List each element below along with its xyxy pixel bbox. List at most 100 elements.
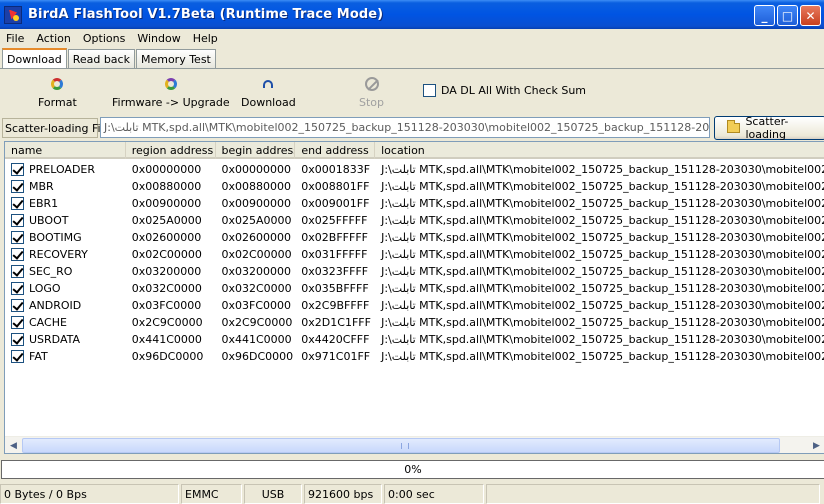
scroll-left-icon[interactable]: ◀ bbox=[6, 438, 21, 453]
file-location: J:\تابلت MTK,spd.all\MTK\mobitel002_1507… bbox=[381, 197, 824, 210]
begin-address: 0x02C00000 bbox=[221, 248, 292, 261]
file-location: J:\تابلت MTK,spd.all\MTK\mobitel002_1507… bbox=[381, 350, 824, 363]
format-button[interactable]: Format bbox=[38, 76, 77, 109]
tab-read-back[interactable]: Read back bbox=[67, 49, 135, 68]
window-controls: _ □ ✕ bbox=[754, 5, 821, 26]
stop-icon bbox=[364, 76, 380, 92]
menu-file[interactable]: File bbox=[0, 32, 30, 45]
upgrade-label: Firmware -> Upgrade bbox=[112, 96, 230, 109]
scatter-loading-button[interactable]: Scatter-loading bbox=[714, 115, 824, 141]
table-row[interactable]: MBR 0x00880000 0x00880000 0x008801FF J:\تابل… bbox=[5, 178, 824, 195]
row-checkbox[interactable] bbox=[11, 333, 24, 346]
row-checkbox[interactable] bbox=[11, 214, 24, 227]
table-row[interactable]: EBR1 0x00900000 0x00900000 0x009001FF J:\تاب… bbox=[5, 195, 824, 212]
row-checkbox[interactable] bbox=[11, 231, 24, 244]
end-address: 0x4420CFFF bbox=[301, 333, 370, 346]
format-label: Format bbox=[38, 96, 77, 109]
end-address: 0x2D1C1FFF bbox=[301, 316, 371, 329]
app-icon bbox=[4, 5, 22, 24]
status-transfer-rate: 0 Bytes / 0 Bps bbox=[0, 484, 179, 504]
table-row[interactable]: RECOVERY 0x02C00000 0x02C00000 0x031FFFFF J:… bbox=[5, 246, 824, 263]
name-cell: LOGO bbox=[5, 282, 126, 295]
end-address: 0x02BFFFFF bbox=[301, 231, 368, 244]
maximize-button[interactable]: □ bbox=[777, 5, 798, 26]
row-checkbox[interactable] bbox=[11, 197, 24, 210]
file-location: J:\تابلت MTK,spd.all\MTK\mobitel002_1507… bbox=[381, 333, 824, 346]
status-message bbox=[486, 484, 820, 504]
table-row[interactable]: UBOOT 0x025A0000 0x025A0000 0x025FFFFF J:\تا… bbox=[5, 212, 824, 229]
status-connection: USB bbox=[244, 484, 302, 504]
partition-name: BOOTIMG bbox=[29, 231, 82, 244]
end-address: 0x035BFFFF bbox=[301, 282, 369, 295]
stop-button[interactable]: Stop bbox=[359, 76, 384, 109]
file-location: J:\تابلت MTK,spd.all\MTK\mobitel002_1507… bbox=[381, 231, 824, 244]
table-row[interactable]: USRDATA 0x441C0000 0x441C0000 0x4420CFFF J:\… bbox=[5, 331, 824, 348]
checksum-option[interactable]: DA DL All With Check Sum bbox=[423, 84, 586, 97]
name-cell: MBR bbox=[5, 180, 126, 193]
row-checkbox[interactable] bbox=[11, 265, 24, 278]
scroll-right-icon[interactable]: ▶ bbox=[809, 438, 824, 453]
file-location: J:\تابلت MTK,spd.all\MTK\mobitel002_1507… bbox=[381, 214, 824, 227]
table-row[interactable]: BOOTIMG 0x02600000 0x02600000 0x02BFFFFF J:\… bbox=[5, 229, 824, 246]
grip-icon bbox=[401, 443, 409, 449]
menu-bar: File Action Options Window Help bbox=[0, 29, 824, 47]
download-button[interactable]: Download bbox=[241, 76, 296, 109]
menu-window[interactable]: Window bbox=[131, 32, 186, 45]
row-checkbox[interactable] bbox=[11, 299, 24, 312]
partition-name: SEC_RO bbox=[29, 265, 73, 278]
tab-memory-test[interactable]: Memory Test bbox=[135, 49, 216, 68]
menu-help[interactable]: Help bbox=[187, 32, 224, 45]
progress-text: 0% bbox=[404, 463, 422, 476]
table-row[interactable]: ANDROID 0x03FC0000 0x03FC0000 0x2C9BFFFF J:\… bbox=[5, 297, 824, 314]
menu-action[interactable]: Action bbox=[30, 32, 76, 45]
status-elapsed-time: 0:00 sec bbox=[384, 484, 484, 504]
region-address: 0x025A0000 bbox=[131, 214, 202, 227]
minimize-button[interactable]: _ bbox=[754, 5, 775, 26]
row-checkbox[interactable] bbox=[11, 282, 24, 295]
file-location: J:\تابلت MTK,spd.all\MTK\mobitel002_1507… bbox=[381, 163, 824, 176]
row-checkbox[interactable] bbox=[11, 350, 24, 363]
title-bar: BirdA FlashTool V1.7Beta (Runtime Trace … bbox=[0, 0, 824, 29]
begin-address: 0x00900000 bbox=[221, 197, 291, 210]
row-checkbox[interactable] bbox=[11, 316, 24, 329]
status-storage-type: EMMC bbox=[181, 484, 242, 504]
column-begin-address[interactable]: begin address bbox=[216, 142, 296, 159]
row-checkbox[interactable] bbox=[11, 163, 24, 176]
scatter-file-path[interactable]: J:\تابلت MTK,spd.all\MTK\mobitel002_1507… bbox=[100, 117, 710, 138]
table-row[interactable]: PRELOADER 0x00000000 0x00000000 0x0001833F J… bbox=[5, 161, 824, 178]
column-name[interactable]: name bbox=[5, 142, 126, 159]
region-address: 0x03200000 bbox=[131, 265, 202, 278]
table-row[interactable]: CACHE 0x2C9C0000 0x2C9C0000 0x2D1C1FFF J:\تا… bbox=[5, 314, 824, 331]
tab-download[interactable]: Download bbox=[2, 48, 67, 68]
partition-list[interactable]: name region address begin address end ad… bbox=[4, 141, 824, 454]
table-row[interactable]: FAT 0x96DC0000 0x96DC0000 0x971C01FF J:\تابل… bbox=[5, 348, 824, 365]
column-end-address[interactable]: end address bbox=[295, 142, 376, 159]
begin-address: 0x03200000 bbox=[221, 265, 291, 278]
close-button[interactable]: ✕ bbox=[800, 5, 821, 26]
file-location: J:\تابلت MTK,spd.all\MTK\mobitel002_1507… bbox=[381, 180, 824, 193]
table-row[interactable]: LOGO 0x032C0000 0x032C0000 0x035BFFFF J:\تاب… bbox=[5, 280, 824, 297]
file-location: J:\تابلت MTK,spd.all\MTK\mobitel002_1507… bbox=[381, 282, 824, 295]
region-address: 0x03FC0000 bbox=[131, 299, 202, 312]
scrollbar-thumb[interactable] bbox=[22, 438, 780, 453]
row-checkbox[interactable] bbox=[11, 180, 24, 193]
horizontal-scrollbar[interactable]: ◀ ▶ bbox=[5, 436, 824, 453]
table-row[interactable]: SEC_RO 0x03200000 0x03200000 0x0323FFFF J:\ت… bbox=[5, 263, 824, 280]
column-region-address[interactable]: region address bbox=[126, 142, 216, 159]
begin-address: 0x2C9C0000 bbox=[221, 316, 293, 329]
partition-name: EBR1 bbox=[29, 197, 59, 210]
end-address: 0x0001833F bbox=[301, 163, 371, 176]
checksum-checkbox[interactable] bbox=[423, 84, 436, 97]
begin-address: 0x96DC0000 bbox=[221, 350, 294, 363]
partition-name: FAT bbox=[29, 350, 48, 363]
firmware-upgrade-button[interactable]: Firmware -> Upgrade bbox=[112, 76, 230, 109]
name-cell: USRDATA bbox=[5, 333, 126, 346]
menu-options[interactable]: Options bbox=[77, 32, 131, 45]
column-location[interactable]: location bbox=[375, 142, 824, 159]
row-checkbox[interactable] bbox=[11, 248, 24, 261]
checksum-label: DA DL All With Check Sum bbox=[441, 84, 587, 97]
upgrade-icon bbox=[163, 76, 179, 92]
region-address: 0x2C9C0000 bbox=[131, 316, 203, 329]
region-address: 0x00900000 bbox=[131, 197, 202, 210]
partition-name: ANDROID bbox=[29, 299, 82, 312]
